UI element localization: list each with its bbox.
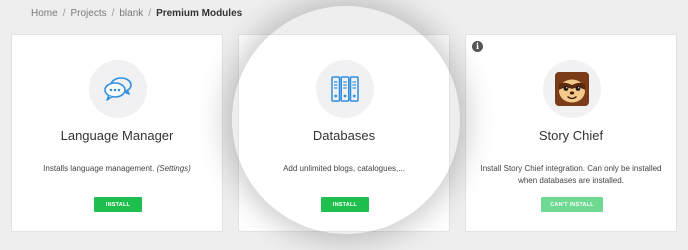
icon-circle: [316, 60, 374, 118]
module-description: Install Story Chief integration. Can onl…: [474, 163, 668, 187]
sloth-logo-icon: [555, 72, 589, 106]
module-title: Databases: [312, 128, 376, 143]
install-button[interactable]: INSTALL: [321, 197, 369, 212]
icon-circle: [89, 60, 147, 118]
breadcrumb-home[interactable]: Home: [31, 8, 58, 19]
module-description: Add unlimited blogs, catalogues,...: [247, 163, 441, 175]
module-description-text: Installs language management.: [43, 164, 155, 173]
breadcrumb: Home / Projects / blank / Premium Module…: [31, 8, 242, 19]
icon-circle: [543, 60, 601, 118]
info-icon[interactable]: i: [472, 41, 483, 52]
module-description-text: Install Story Chief integration. Can onl…: [480, 164, 662, 185]
breadcrumb-current: Premium Modules: [156, 8, 243, 19]
module-title: Language Manager: [60, 128, 174, 143]
breadcrumb-separator: /: [148, 8, 152, 19]
module-card-databases: Databases Add unlimited blogs, catalogue…: [238, 34, 450, 232]
module-description: Installs language management. (Settings): [20, 163, 214, 175]
module-title: Story Chief: [538, 128, 604, 143]
cant-install-button[interactable]: CAN'T INSTALL: [541, 197, 603, 212]
module-card-language-manager: Language Manager Installs language manag…: [11, 34, 223, 232]
breadcrumb-separator: /: [62, 8, 66, 19]
breadcrumb-blank[interactable]: blank: [119, 8, 143, 19]
breadcrumb-separator: /: [111, 8, 115, 19]
module-description-text: Add unlimited blogs, catalogues,...: [283, 164, 405, 173]
settings-link[interactable]: (Settings): [157, 164, 191, 173]
module-card-story-chief: Story Chief Install Story Chief integrat…: [465, 34, 677, 232]
install-button[interactable]: INSTALL: [94, 197, 142, 212]
database-icon: [331, 76, 359, 102]
chat-bubbles-icon: [104, 77, 132, 101]
breadcrumb-projects[interactable]: Projects: [70, 8, 106, 19]
